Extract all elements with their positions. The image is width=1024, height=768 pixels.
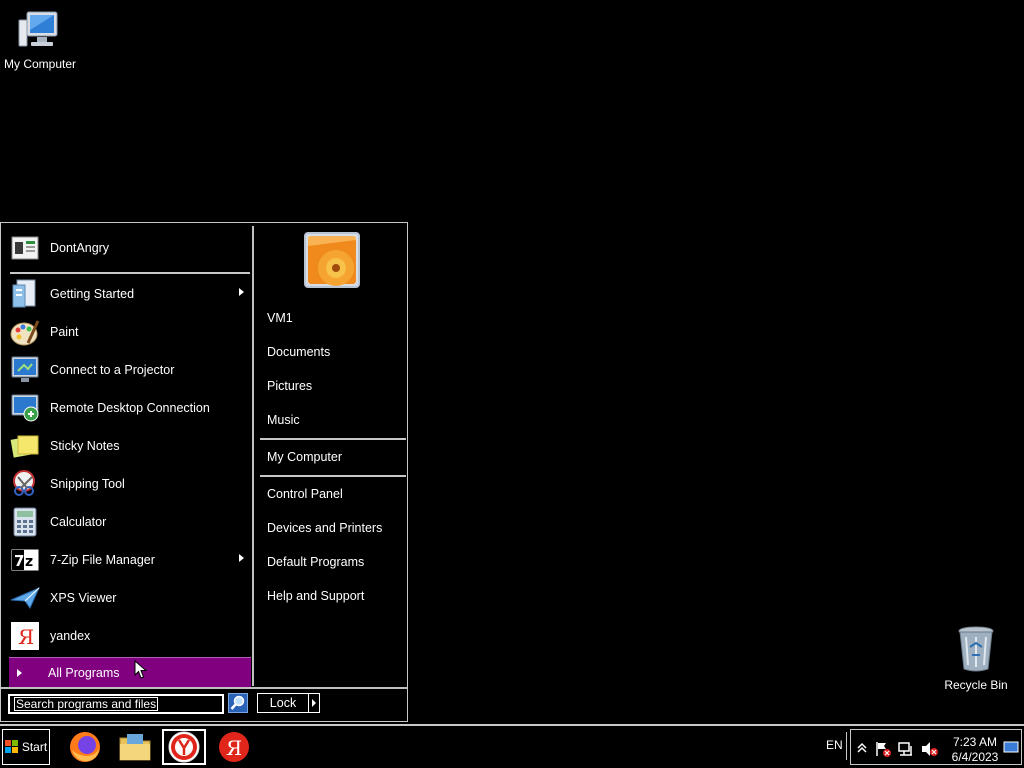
volume-muted-icon[interactable] — [921, 741, 939, 757]
programs-separator — [10, 272, 250, 274]
recycle-bin-icon — [958, 626, 994, 672]
svg-text:7: 7 — [14, 552, 24, 570]
dontangry-icon — [10, 233, 40, 263]
all-programs-label: All Programs — [48, 666, 120, 680]
7zip-icon: 7 z — [10, 545, 40, 575]
all-programs-button[interactable]: All Programs — [9, 657, 251, 688]
pinned-item-dontangry[interactable]: DontAngry — [10, 230, 250, 266]
network-icon[interactable] — [898, 741, 914, 757]
program-label: Connect to a Projector — [50, 363, 175, 377]
show-hidden-icons-icon[interactable] — [857, 742, 867, 754]
tray-divider — [846, 732, 847, 760]
start-menu-programs-pane: DontAngry Getting Started Paint Connect … — [4, 226, 254, 688]
clock[interactable]: 7:23 AM 6/4/2023 — [943, 735, 1007, 765]
start-menu: DontAngry Getting Started Paint Connect … — [0, 222, 408, 722]
places-separator — [260, 475, 406, 477]
flower-avatar-icon — [308, 236, 356, 286]
getting-started-icon — [10, 279, 40, 309]
program-getting-started[interactable]: Getting Started — [10, 276, 250, 312]
shutdown-options-button[interactable] — [308, 693, 320, 713]
program-label: Paint — [50, 325, 79, 339]
system-tray: 7:23 AM 6/4/2023 — [850, 729, 1022, 765]
program-remote-desktop[interactable]: Remote Desktop Connection — [10, 390, 250, 426]
program-label: Getting Started — [50, 287, 135, 301]
search-button[interactable] — [228, 693, 248, 713]
arrow-right-icon — [312, 699, 316, 707]
language-indicator[interactable]: EN — [826, 738, 843, 752]
taskbar-app-yandex[interactable]: Я — [212, 729, 256, 765]
file-explorer-icon — [119, 734, 151, 761]
projector-icon — [10, 355, 40, 385]
program-label: XPS Viewer — [50, 591, 117, 605]
places-separator — [260, 438, 406, 440]
yandex-icon: Я — [10, 621, 40, 651]
desktop-icon-label: My Computer — [3, 57, 77, 71]
mouse-cursor-icon — [134, 660, 148, 679]
show-desktop-icon — [1003, 741, 1019, 753]
places-item-help-support[interactable]: Help and Support — [267, 585, 364, 607]
start-button[interactable]: Start — [2, 729, 50, 765]
places-item-my-computer[interactable]: My Computer — [267, 446, 342, 468]
yandex-browser-icon — [168, 731, 200, 763]
places-item-music[interactable]: Music — [267, 409, 300, 431]
arrow-right-icon — [17, 669, 22, 677]
start-menu-places-pane: VM1 Documents Pictures Music My Computer… — [256, 226, 406, 686]
windows-logo-icon — [4, 740, 18, 753]
places-item-pictures[interactable]: Pictures — [267, 375, 312, 397]
start-label: Start — [21, 740, 48, 754]
places-item-devices-printers[interactable]: Devices and Printers — [267, 517, 382, 539]
program-xps-viewer[interactable]: XPS Viewer — [10, 580, 250, 616]
paint-icon — [10, 317, 40, 347]
search-icon — [230, 695, 245, 710]
desktop-icon-recycle-bin[interactable]: Recycle Bin — [936, 625, 1016, 692]
places-item-control-panel[interactable]: Control Panel — [267, 483, 343, 505]
sticky-notes-icon — [10, 431, 40, 461]
desktop-icon-label: Recycle Bin — [944, 678, 1008, 692]
submenu-arrow-icon — [239, 554, 244, 562]
computer-icon — [18, 11, 58, 47]
yandex-icon: Я — [219, 732, 249, 762]
svg-text:Я: Я — [18, 625, 34, 649]
lock-button[interactable]: Lock — [257, 693, 309, 713]
program-label: yandex — [50, 629, 91, 643]
program-sticky-notes[interactable]: Sticky Notes — [10, 428, 250, 464]
program-label: 7-Zip File Manager — [50, 553, 155, 567]
action-center-flag-icon[interactable] — [875, 741, 891, 757]
program-yandex[interactable]: Я yandex — [10, 618, 250, 654]
start-menu-bottom-bar: Search programs and files Lock — [1, 687, 407, 721]
submenu-arrow-icon — [239, 288, 244, 296]
program-connect-to-projector[interactable]: Connect to a Projector — [10, 352, 250, 388]
svg-text:Я: Я — [226, 736, 242, 760]
svg-text:z: z — [25, 554, 33, 570]
program-label: Remote Desktop Connection — [50, 401, 210, 415]
search-input[interactable]: Search programs and files — [8, 694, 224, 714]
places-item-vm1[interactable]: VM1 — [267, 307, 293, 329]
remote-desktop-icon — [10, 393, 40, 423]
search-placeholder: Search programs and files — [14, 697, 159, 711]
program-7zip[interactable]: 7 z 7-Zip File Manager — [10, 542, 250, 578]
taskbar-app-firefox[interactable] — [63, 729, 107, 765]
show-desktop-button[interactable] — [1003, 736, 1019, 758]
places-item-default-programs[interactable]: Default Programs — [267, 551, 364, 573]
taskbar-app-file-explorer[interactable] — [113, 729, 157, 765]
program-calculator[interactable]: Calculator — [10, 504, 250, 540]
program-label: Sticky Notes — [50, 439, 120, 453]
taskbar-app-yandex-browser[interactable] — [162, 729, 206, 765]
program-snipping-tool[interactable]: Snipping Tool — [10, 466, 250, 502]
taskbar: Start Я EN 7:23 AM 6/4/2023 — [0, 724, 1024, 768]
pinned-item-label: DontAngry — [50, 241, 110, 255]
program-paint[interactable]: Paint — [10, 314, 250, 350]
places-item-documents[interactable]: Documents — [267, 341, 330, 363]
firefox-icon — [70, 732, 100, 762]
calculator-icon — [10, 507, 40, 537]
clock-time: 7:23 AM — [952, 735, 998, 749]
program-label: Snipping Tool — [50, 477, 125, 491]
snipping-tool-icon — [10, 469, 40, 499]
program-label: Calculator — [50, 515, 107, 529]
clock-date: 6/4/2023 — [951, 750, 999, 764]
desktop-icon-my-computer[interactable]: My Computer — [0, 8, 80, 71]
user-picture[interactable] — [304, 232, 360, 288]
xps-viewer-icon — [10, 583, 40, 613]
